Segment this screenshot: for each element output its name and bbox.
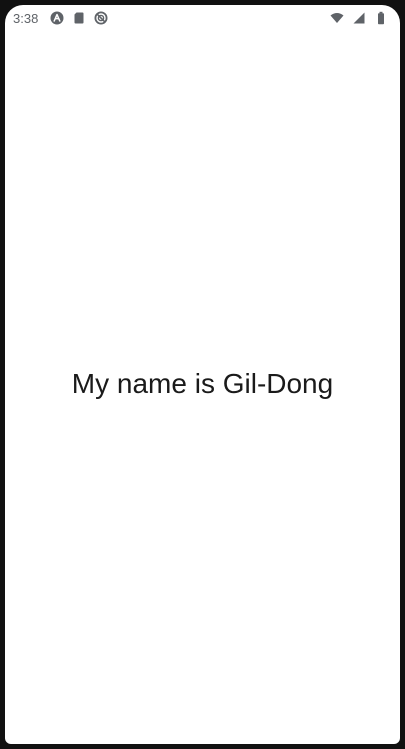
device-frame: 3:38 My name is Gil-Dong xyxy=(0,0,405,749)
status-time: 3:38 xyxy=(13,10,39,26)
cellular-signal-icon xyxy=(352,11,366,25)
android-auto-icon xyxy=(50,11,64,25)
status-bar-left: 3:38 xyxy=(13,11,108,26)
do-not-disturb-icon xyxy=(94,11,108,25)
greeting-text: My name is Gil-Dong xyxy=(71,367,334,399)
battery-icon xyxy=(374,11,388,25)
main-content: My name is Gil-Dong xyxy=(5,31,400,744)
app-screen: 3:38 My name is Gil-Dong xyxy=(5,5,400,744)
status-bar: 3:38 xyxy=(5,5,400,31)
sd-card-icon xyxy=(72,11,86,25)
wifi-icon xyxy=(330,11,344,25)
device-frame-edge xyxy=(400,0,405,749)
status-bar-right xyxy=(330,11,388,25)
